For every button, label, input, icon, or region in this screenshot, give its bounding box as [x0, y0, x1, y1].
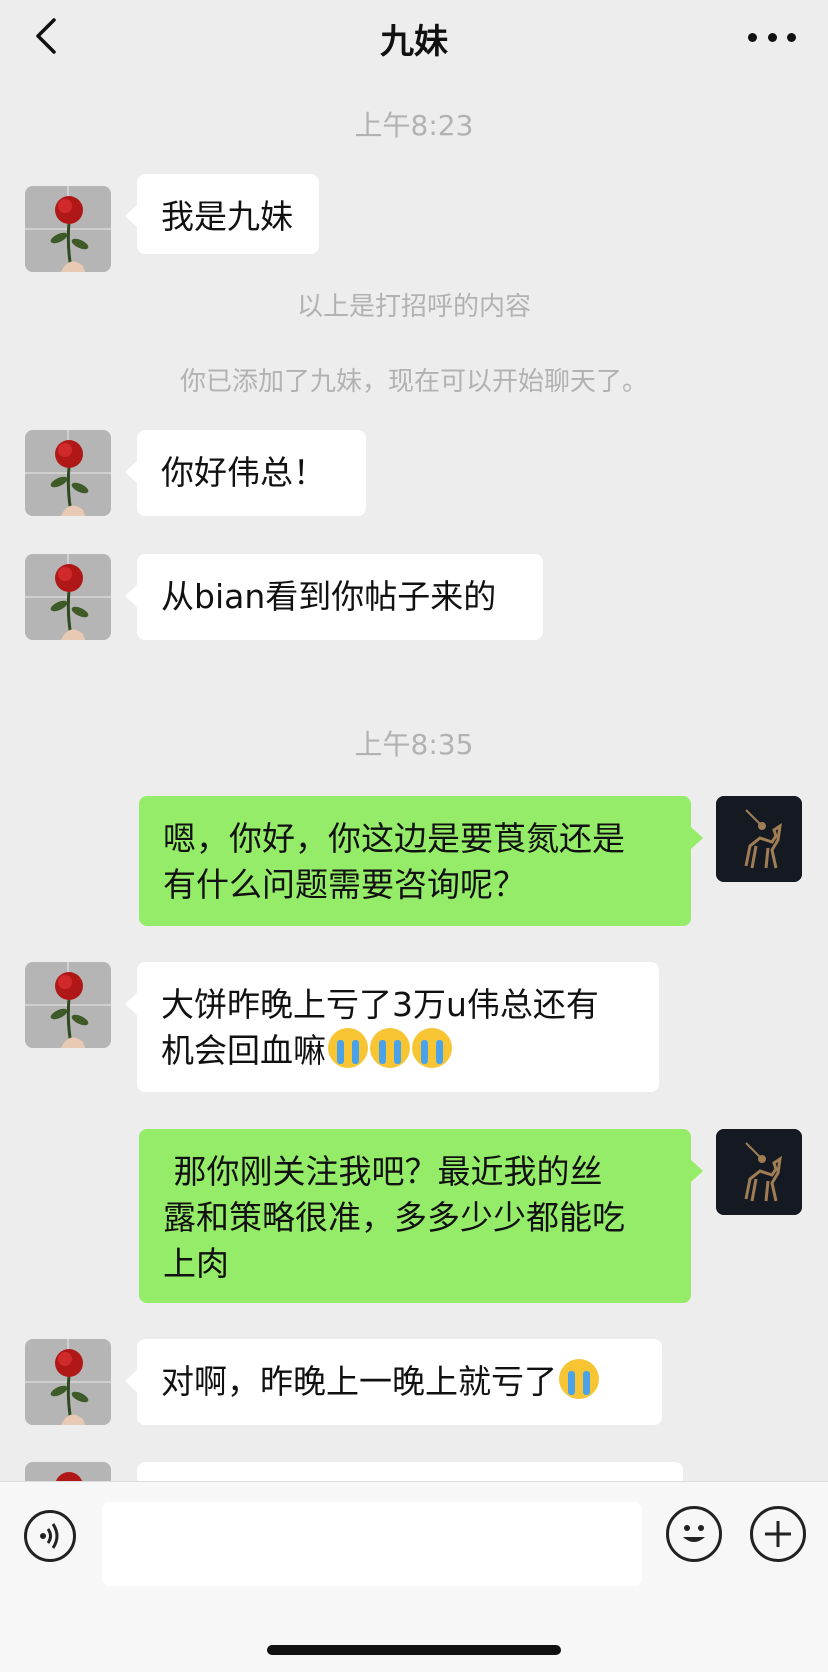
self-avatar[interactable]: [716, 796, 802, 882]
received-message[interactable]: 大饼昨晚上亏了3万u伟总还有 机会回血嘛: [125, 962, 659, 1092]
message-text-line: 那你刚关注我吧？最近我的丝: [163, 1152, 603, 1191]
rose-icon: [25, 430, 111, 516]
smiley-icon: [683, 1525, 705, 1542]
message-text: 对啊，昨晚上一晚上就亏了: [161, 1362, 557, 1401]
crying-emoji-icon: [412, 1028, 452, 1068]
system-notice: 你已添加了九妹，现在可以开始聊天了。: [179, 367, 648, 397]
message-input[interactable]: [102, 1502, 642, 1586]
sent-message[interactable]: 嗯，你好，你这边是要莨氮还是 有什么问题需要咨询呢？: [139, 796, 703, 926]
voice-icon: [40, 1523, 59, 1549]
chat-title: 九妹: [380, 22, 448, 62]
rose-icon: [25, 1462, 111, 1481]
message-list[interactable]: 上午8:23 我是九妹 以上是打招呼的内容 你已添加了九妹，现在可以开始聊天了。: [0, 76, 828, 1481]
rose-icon: [25, 1339, 111, 1425]
chat-header: 九妹: [0, 0, 828, 76]
message-text-line: 大饼昨晚上亏了3万u伟总还有: [161, 985, 599, 1024]
plus-icon: [765, 1521, 791, 1547]
contact-avatar[interactable]: [25, 554, 111, 640]
message-text-line: 上肉: [163, 1244, 229, 1283]
self-avatar[interactable]: [716, 1129, 802, 1215]
message-text: 你好伟总！: [161, 453, 326, 492]
system-notice: 以上是打招呼的内容: [296, 292, 531, 322]
received-message[interactable]: 你好伟总！: [125, 430, 366, 516]
polo-horse-icon: [716, 1129, 802, 1215]
crying-emoji-icon: [328, 1028, 368, 1068]
received-message[interactable]: 我是九妹: [125, 174, 319, 254]
home-indicator: [267, 1645, 561, 1655]
timestamp: 上午8:23: [354, 109, 474, 142]
composer-bar: [0, 1481, 828, 1672]
more-button[interactable]: [748, 22, 796, 52]
emoji-button[interactable]: [666, 1506, 722, 1562]
message-text-line: 机会回血嘛: [161, 1031, 326, 1070]
message-text: 我是九妹: [161, 197, 293, 236]
contact-avatar[interactable]: [25, 186, 111, 272]
contact-avatar[interactable]: [25, 1462, 111, 1481]
more-functions-button[interactable]: [750, 1506, 806, 1562]
received-message[interactable]: [137, 1462, 683, 1481]
received-message[interactable]: 从bian看到你帖子来的: [125, 554, 543, 640]
voice-input-button[interactable]: [24, 1510, 76, 1562]
sent-message[interactable]: 那你刚关注我吧？最近我的丝 露和策略很准，多多少少都能吃 上肉: [139, 1129, 703, 1303]
rose-icon: [25, 962, 111, 1048]
message-text: 从bian看到你帖子来的: [161, 577, 497, 616]
more-dots-icon: [748, 32, 757, 42]
message-text-line: 露和策略很准，多多少少都能吃: [163, 1198, 625, 1237]
polo-horse-icon: [716, 796, 802, 882]
crying-emoji-icon: [370, 1028, 410, 1068]
contact-avatar[interactable]: [25, 430, 111, 516]
message-text-line: 有什么问题需要咨询呢？: [163, 865, 526, 904]
received-message[interactable]: 对啊，昨晚上一晚上就亏了: [125, 1339, 662, 1425]
message-text-line: 嗯，你好，你这边是要莨氮还是: [163, 819, 625, 858]
rose-icon: [25, 554, 111, 640]
rose-icon: [25, 186, 111, 272]
contact-avatar[interactable]: [25, 962, 111, 1048]
contact-avatar[interactable]: [25, 1339, 111, 1425]
timestamp: 上午8:35: [354, 728, 474, 761]
crying-emoji-icon: [559, 1359, 599, 1399]
